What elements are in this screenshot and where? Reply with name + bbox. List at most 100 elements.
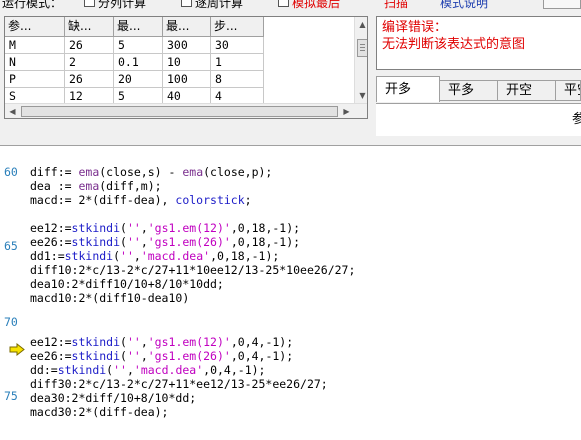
code-token: 'macd.dea' [133, 363, 204, 377]
code-token: ,0,4,-1); [230, 335, 294, 349]
split-calc-label: 分列计算 [98, 0, 147, 10]
code-token: ee12:= [30, 221, 72, 235]
code-token: '' [126, 335, 141, 349]
formula-editor[interactable]: 60 65 70 75 diff:= ema(close,s) - ema(cl… [0, 145, 581, 440]
code-token: '' [120, 249, 134, 263]
line-number: 75 [4, 389, 18, 403]
tab-close-long[interactable]: 平多 [439, 80, 498, 101]
min-cell[interactable]: 5 [114, 37, 163, 54]
split-calc-checkbox[interactable] [84, 0, 95, 7]
code-token: , [140, 235, 148, 249]
col-param-name[interactable]: 参... [5, 17, 65, 37]
params-table-header: 参... 缺... 最... 最... 步... [5, 17, 264, 37]
order-tabs: 开多 平多 开空 平空 [376, 76, 581, 104]
default-cell[interactable]: 26 [65, 71, 114, 88]
run-mode-label: 运行模式： [2, 0, 63, 10]
col-step[interactable]: 步... [211, 17, 264, 37]
table-row[interactable]: M 26 5 300 30 [5, 37, 264, 54]
max-cell[interactable]: 100 [163, 71, 211, 88]
tab-close-short[interactable]: 平空 [555, 80, 581, 101]
code-line[interactable]: macd30:2*(diff-dea); [30, 405, 168, 419]
code-token: ema [78, 165, 100, 179]
weekly-calc-label: 逐周计算 [195, 0, 244, 10]
max-cell[interactable]: 10 [163, 54, 211, 71]
step-cell[interactable]: 8 [211, 71, 264, 88]
code-token: '' [126, 349, 141, 363]
min-cell[interactable]: 20 [114, 71, 163, 88]
code-token: ,0,18,-1); [210, 249, 280, 263]
min-cell[interactable]: 0.1 [114, 54, 163, 71]
code-token: ; [244, 193, 252, 207]
code-line[interactable]: dd:=stkindi('','macd.dea',0,4,-1); [30, 363, 265, 377]
line-number-gutter: 60 65 70 75 [0, 146, 25, 440]
code-token: stkindi [71, 349, 121, 363]
compile-error-panel: 编译错误： 无法判断该表达式的意图 [376, 16, 581, 70]
code-token: ,0,4,-1); [230, 349, 294, 363]
tab-content-label: 参 [572, 108, 581, 127]
code-line[interactable]: diff:= ema(close,s) - ema(close,p); [30, 165, 272, 179]
code-line[interactable]: dea30:2*diff/10+8/10*dd; [30, 391, 196, 405]
code-line[interactable]: macd:= 2*(diff-dea), colorstick; [30, 193, 252, 207]
table-row[interactable]: N 2 0.1 10 1 [5, 54, 264, 71]
code-token: 'gs1.em(26)' [147, 235, 231, 249]
top-right-button[interactable] [543, 0, 581, 9]
error-title: 编译错误： [382, 20, 448, 35]
default-cell[interactable]: 2 [65, 54, 114, 71]
step-cell[interactable]: 1 [211, 54, 264, 71]
code-line[interactable]: dd1:=stkindi('','macd.dea',0,18,-1); [30, 249, 279, 263]
code-token: stkindi [71, 235, 121, 249]
code-token: (close,p); [203, 165, 273, 179]
col-default[interactable]: 缺... [65, 17, 114, 37]
code-token: ( [120, 349, 127, 363]
code-token: 'gs1.em(12)' [147, 221, 231, 235]
scroll-left-icon[interactable]: ◀ [5, 104, 20, 118]
param-name-cell[interactable]: M [5, 37, 65, 54]
code-line[interactable]: diff10:2*c/13-2*c/27+11*10ee12/13-25*10e… [30, 263, 355, 277]
col-max[interactable]: 最... [163, 17, 211, 37]
code-line[interactable]: ee12:=stkindi('','gs1.em(12)',0,18,-1); [30, 221, 300, 235]
mode-help-link[interactable]: 模式说明 [440, 0, 488, 10]
code-token: macd:= 2*(diff-dea), [30, 193, 176, 207]
code-token: stkindi [71, 335, 121, 349]
param-name-cell[interactable]: P [5, 71, 65, 88]
code-token: ee26:= [30, 349, 72, 363]
code-token: '' [126, 235, 141, 249]
code-line[interactable]: dea := ema(diff,m); [30, 179, 162, 193]
param-name-cell[interactable]: N [5, 54, 65, 71]
tab-open-long[interactable]: 开多 [376, 76, 440, 102]
code-token: macd10:2*(diff10-dea10) [30, 291, 190, 305]
default-cell[interactable]: 26 [65, 37, 114, 54]
col-min[interactable]: 最... [114, 17, 163, 37]
horizontal-scroll-thumb[interactable] [21, 106, 338, 117]
code-line[interactable]: ee26:=stkindi('','gs1.em(26)',0,4,-1); [30, 349, 293, 363]
simulate-last-checkbox[interactable] [278, 0, 289, 7]
code-token: dd:= [30, 363, 58, 377]
code-token: 'gs1.em(26)' [147, 349, 231, 363]
table-row[interactable]: P 26 20 100 8 [5, 71, 264, 88]
code-line[interactable]: diff30:2*c/13-2*c/27+11*ee12/13-25*ee26/… [30, 377, 328, 391]
code-token: ( [120, 335, 127, 349]
step-cell[interactable]: 30 [211, 37, 264, 54]
top-toolbar: 运行模式： 分列计算 逐周计算 模拟最后 扫描 模式说明 [0, 0, 581, 10]
max-cell[interactable]: 300 [163, 37, 211, 54]
code-line[interactable]: ee12:=stkindi('','gs1.em(12)',0,4,-1); [30, 335, 293, 349]
arrow-icon [9, 343, 25, 356]
code-token: ema [182, 165, 204, 179]
scroll-down-icon[interactable]: ▼ [355, 88, 367, 103]
vertical-scroll-thumb[interactable] [357, 39, 367, 57]
weekly-calc-checkbox[interactable] [181, 0, 192, 7]
table-horizontal-scrollbar[interactable]: ◀ ▶ [5, 103, 367, 118]
scan-label[interactable]: 扫描 [384, 0, 408, 10]
tab-open-short[interactable]: 开空 [497, 80, 556, 101]
code-token: , [126, 363, 134, 377]
code-line[interactable]: macd10:2*(diff10-dea10) [30, 291, 189, 305]
scroll-up-icon[interactable]: ▲ [355, 17, 367, 32]
line-number: 70 [4, 315, 18, 329]
scroll-right-icon[interactable]: ▶ [339, 104, 354, 118]
table-vertical-scrollbar[interactable]: ▲ ▼ [354, 17, 367, 103]
code-line[interactable]: ee26:=stkindi('','gs1.em(26)',0,18,-1); [30, 235, 300, 249]
tab-content: 参 [376, 103, 581, 136]
code-token: dea10:2*diff10/10+8/10*10dd; [30, 277, 224, 291]
code-line[interactable]: dea10:2*diff10/10+8/10*10dd; [30, 277, 224, 291]
code-token: ee12:= [30, 335, 72, 349]
